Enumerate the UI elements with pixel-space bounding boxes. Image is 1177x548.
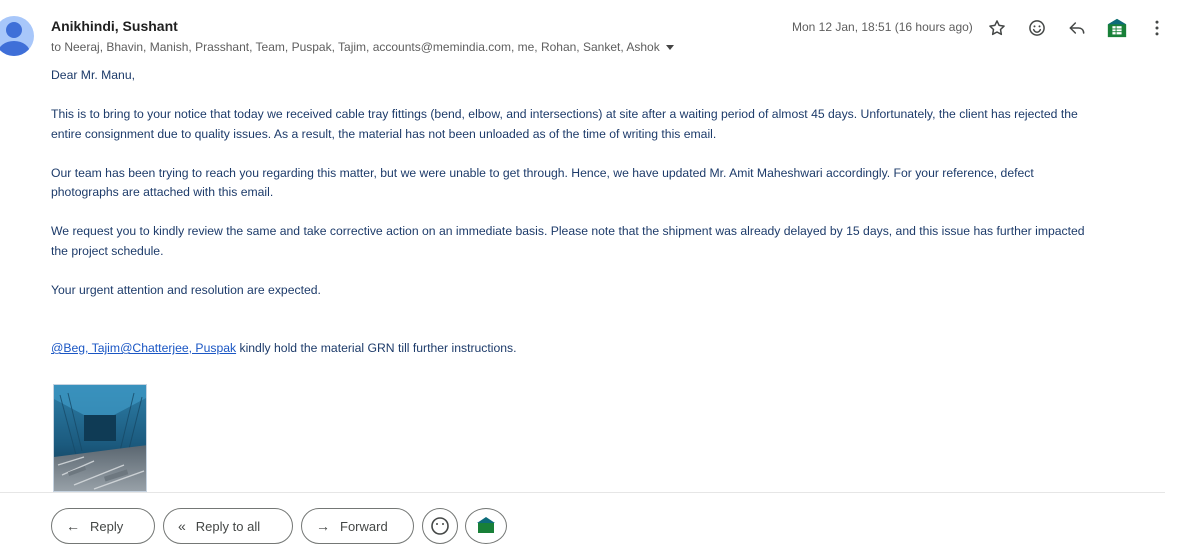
reply-all-arrow-icon: « [178, 518, 186, 534]
paragraph-3-line-1: We request you to kindly review the same… [51, 224, 1085, 238]
reply-button[interactable]: ← Reply [51, 508, 155, 544]
reply-arrow-icon: ← [66, 518, 80, 534]
forward-arrow-icon: → [316, 518, 330, 534]
avatar-head [6, 22, 22, 38]
attachment-thumbnail[interactable] [53, 384, 147, 492]
forward-button[interactable]: → Forward [301, 508, 414, 544]
reply-all-button[interactable]: « Reply to all [163, 508, 293, 544]
reply-icon[interactable] [1065, 16, 1089, 40]
footer-divider [0, 492, 1165, 493]
paragraph-4: Your urgent attention and resolution are… [51, 282, 321, 297]
recipients: to Neeraj, Bhavin, Manish, Prasshant, Te… [51, 40, 674, 54]
more-vert-icon[interactable] [1145, 16, 1169, 40]
emoji-reaction-icon [431, 517, 449, 535]
mention-chatterjee-puspak[interactable]: @Chatterjee, Puspak [120, 341, 236, 355]
reply-all-button-label: Reply to all [195, 518, 261, 534]
sheets-action-icon [477, 517, 495, 533]
paragraph-2-line-1: Our team has been trying to reach you re… [51, 165, 1034, 180]
recipients-dropdown-icon[interactable] [665, 45, 674, 51]
paragraph-1-line-1: This is to bring to your notice that tod… [51, 107, 1078, 121]
recipients-list: to Neeraj, Bhavin, Manish, Prasshant, Te… [51, 40, 660, 54]
reply-button-label: Reply [90, 518, 124, 534]
mention-suffix: kindly hold the material GRN till furthe… [236, 341, 517, 355]
sheets-action-button[interactable] [465, 508, 507, 544]
avatar-body [0, 41, 30, 56]
paragraph-1-line-2: entire consignment due to quality issues… [51, 126, 717, 141]
emoji-reaction-button[interactable] [422, 508, 458, 544]
paragraph-2-line-2: photographs are attached with this email… [51, 185, 274, 199]
forward-button-label: Forward [340, 518, 388, 534]
mention-beg-tajim[interactable]: @Beg, Tajim [51, 341, 120, 355]
sender-name[interactable]: Anikhindi, Sushant [51, 18, 178, 34]
greeting: Dear Mr. Manu, [51, 68, 135, 82]
star-icon[interactable] [985, 16, 1009, 40]
mention-line: @Beg, Tajim@Chatterjee, Puspak kindly ho… [51, 339, 1161, 359]
paragraph-3-line-2: the project schedule. [51, 243, 164, 258]
emoji-icon[interactable] [1025, 16, 1049, 40]
message-timestamp: Mon 12 Jan, 18:51 (16 hours ago) [792, 20, 973, 34]
sender-avatar[interactable] [0, 16, 34, 56]
message-body: Dear Mr. Manu, This is to bring to your … [51, 66, 1161, 359]
attachment-photo [54, 385, 146, 491]
google-sheets-icon[interactable] [1105, 16, 1129, 40]
